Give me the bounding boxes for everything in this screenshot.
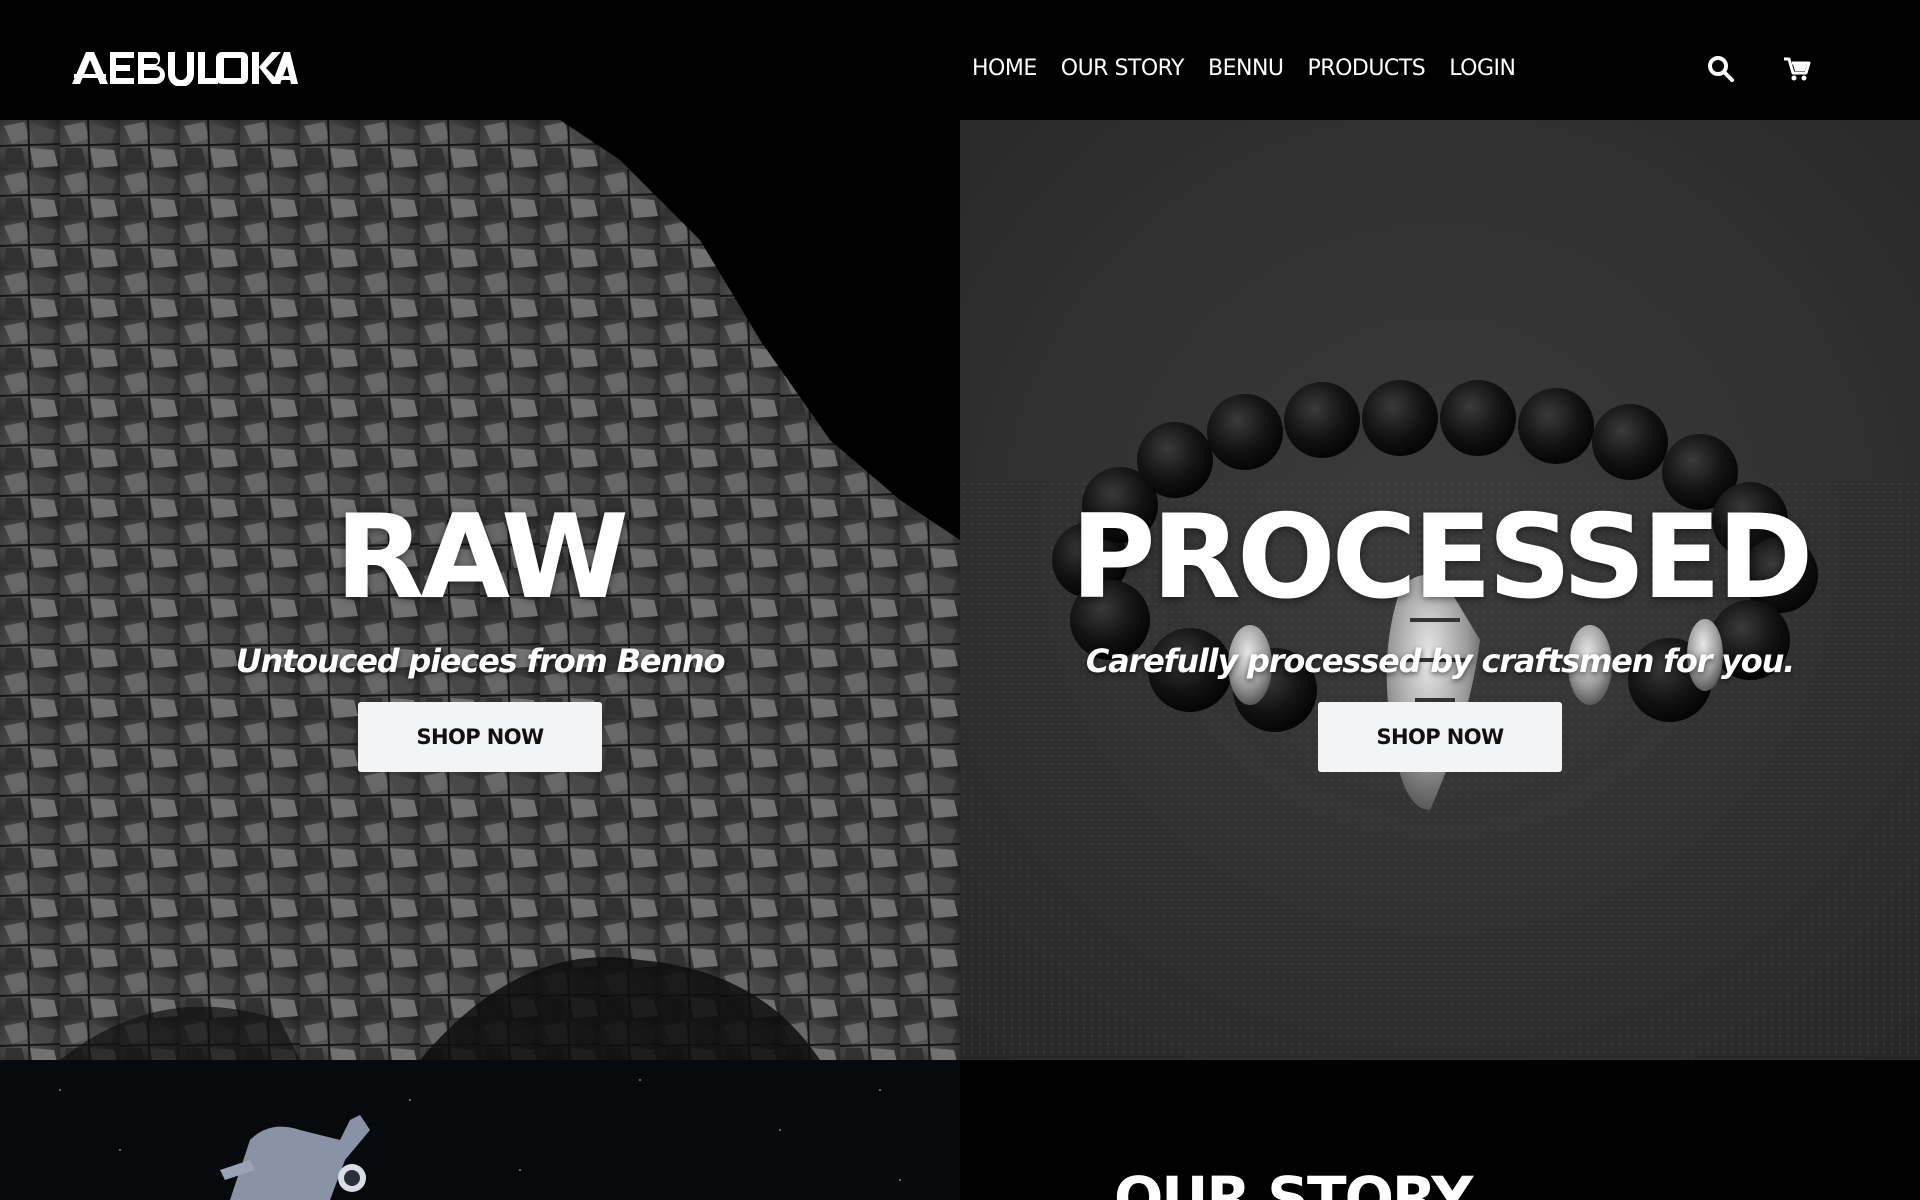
search-icon[interactable] bbox=[1706, 54, 1736, 84]
astronaut-image bbox=[0, 1060, 960, 1200]
nav-our-story[interactable]: OUR STORY bbox=[1061, 56, 1185, 81]
nav-login[interactable]: LOGIN bbox=[1449, 56, 1516, 81]
cart-icon[interactable] bbox=[1782, 54, 1812, 84]
main-nav: HOME OUR STORY BENNU PRODUCTS LOGIN bbox=[972, 50, 1516, 86]
hero-raw-panel: RAW Untouced pieces from Benno SHOP NOW bbox=[0, 120, 960, 1060]
our-story-title: OUR STORY bbox=[1114, 1164, 1473, 1200]
processed-subtitle: Carefully processed by craftsmen for you… bbox=[1085, 642, 1795, 680]
site-header: HOME OUR STORY BENNU PRODUCTS LOGIN bbox=[0, 0, 1920, 120]
nav-home[interactable]: HOME bbox=[972, 56, 1037, 81]
nav-products[interactable]: PRODUCTS bbox=[1308, 56, 1426, 81]
our-story-section: OUR STORY bbox=[960, 1060, 1920, 1200]
processed-shop-now-button[interactable]: SHOP NOW bbox=[1318, 702, 1562, 772]
hero-processed-panel: PROCESSED Carefully processed by craftsm… bbox=[960, 120, 1920, 1060]
astronaut-section bbox=[0, 1060, 960, 1200]
raw-title: RAW bbox=[335, 490, 629, 625]
raw-shop-now-button[interactable]: SHOP NOW bbox=[358, 702, 602, 772]
nav-bennu[interactable]: BENNU bbox=[1208, 56, 1284, 81]
processed-title: PROCESSED bbox=[1070, 490, 1814, 625]
brand-logo[interactable] bbox=[72, 50, 298, 86]
raw-subtitle: Untouced pieces from Benno bbox=[235, 642, 726, 680]
